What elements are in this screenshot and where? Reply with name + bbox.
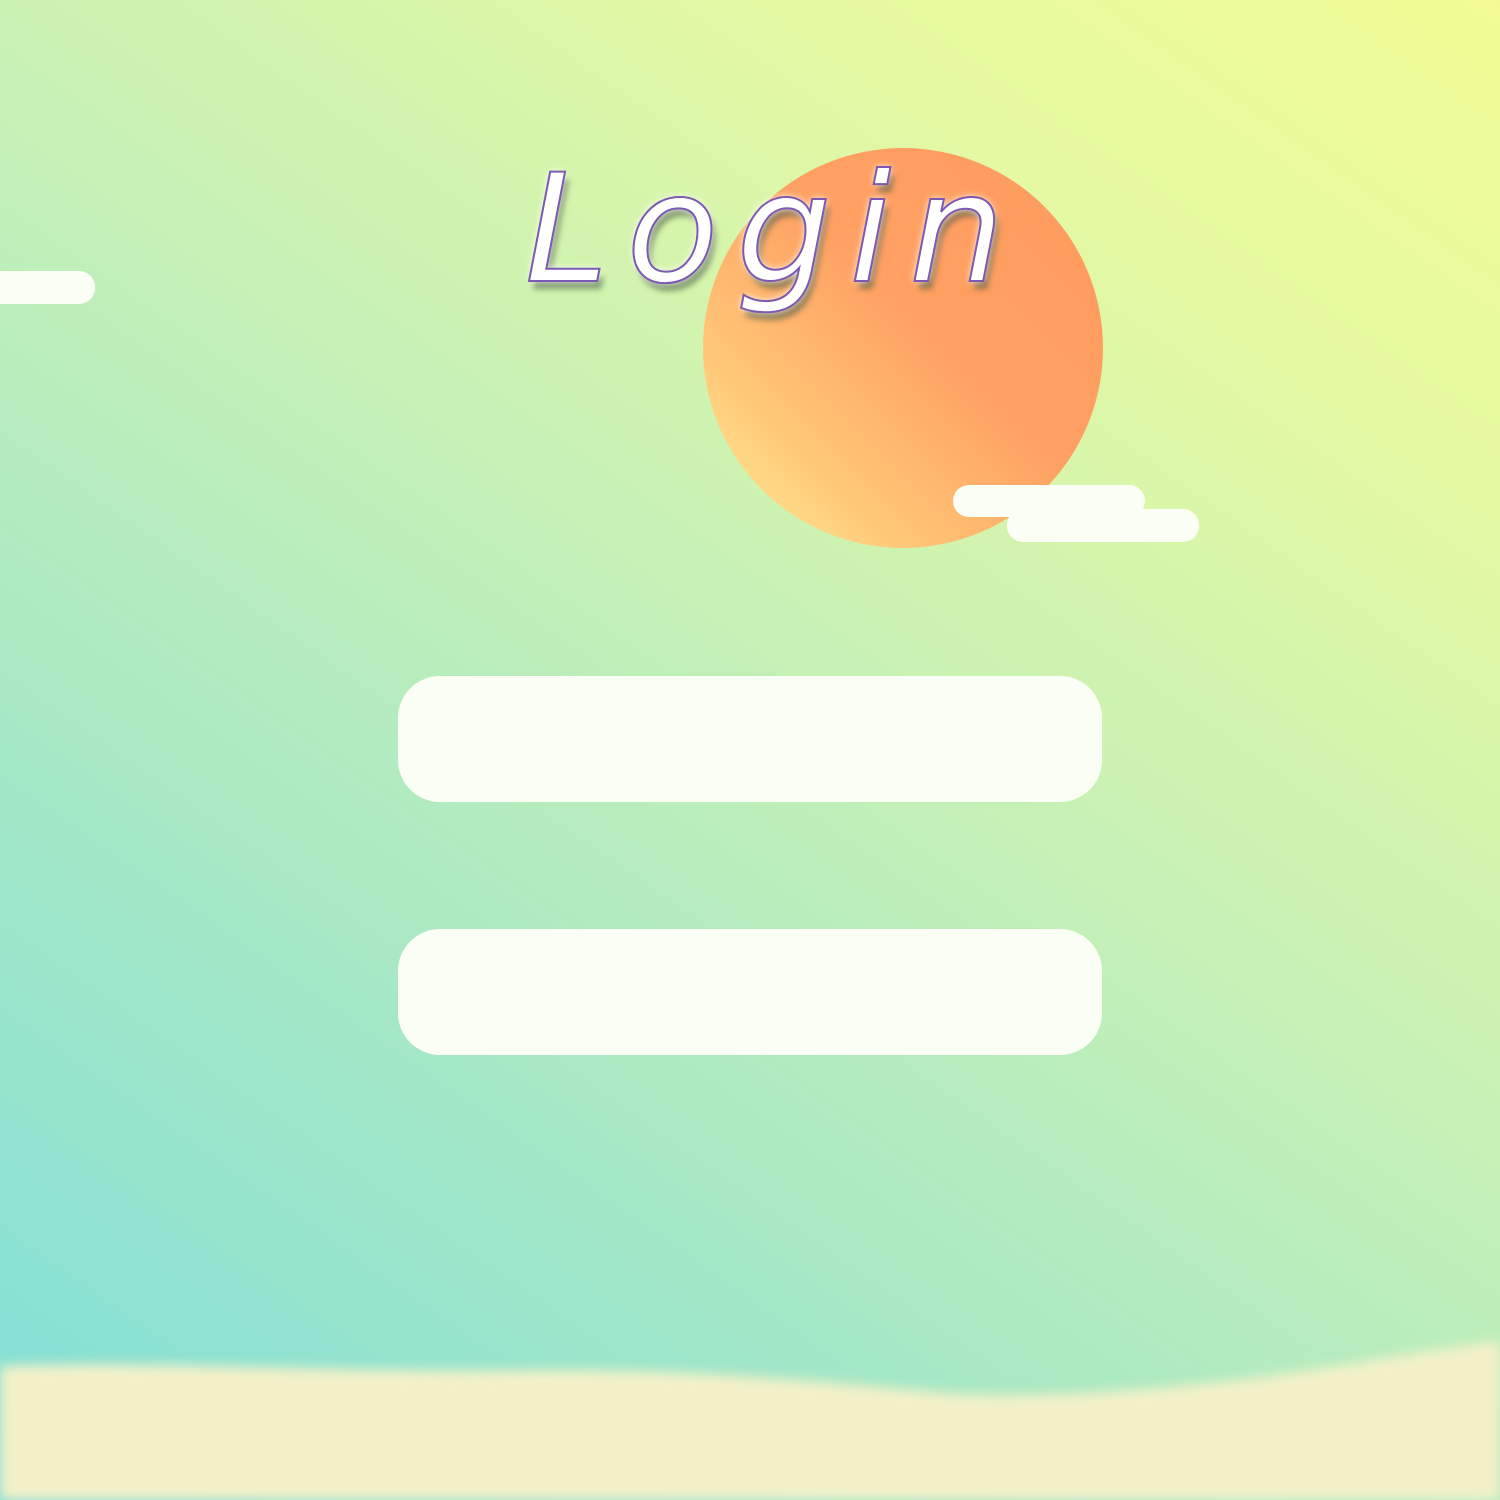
cloud-icon [0,271,95,304]
password-field[interactable] [398,929,1102,1055]
page-title: Login [524,142,1023,318]
cloud-icon [1007,509,1199,542]
username-field[interactable] [398,676,1102,802]
